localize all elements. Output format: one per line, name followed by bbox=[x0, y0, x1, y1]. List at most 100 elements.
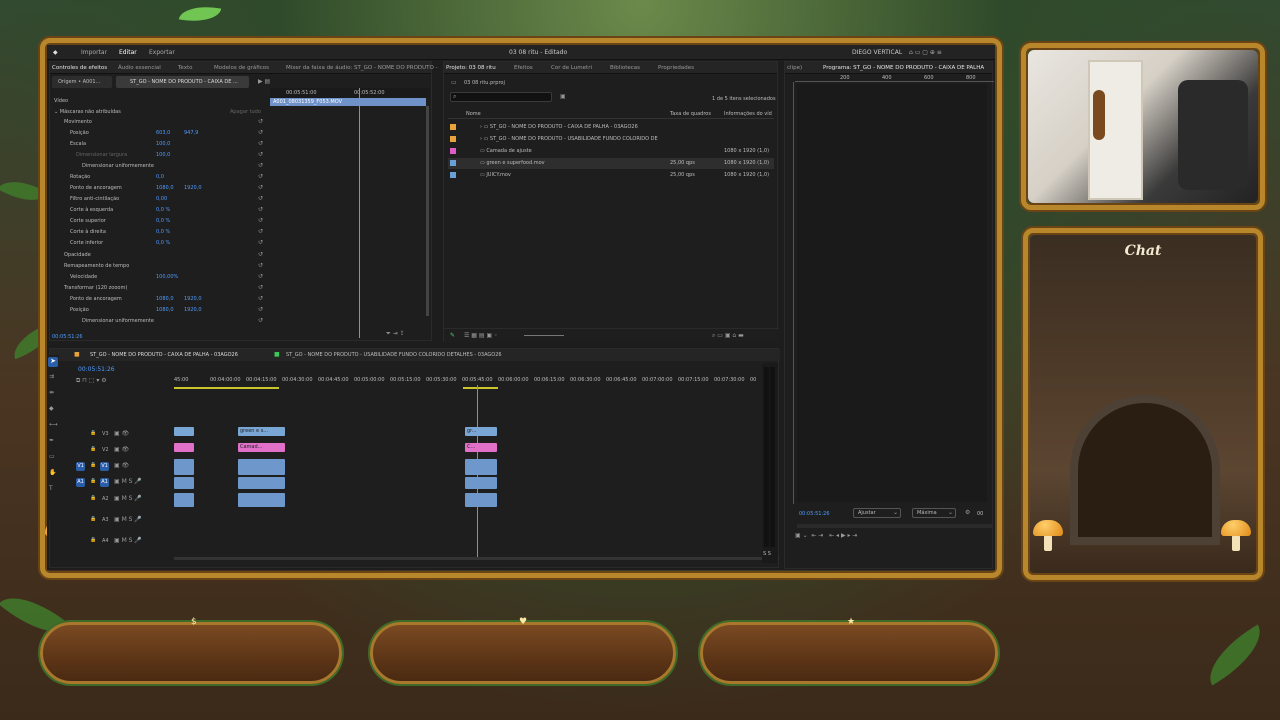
selection-tool-icon[interactable]: ➤ bbox=[48, 357, 58, 367]
effect-value[interactable]: 1920,0 bbox=[184, 185, 202, 191]
reset-icon[interactable]: ↺ bbox=[258, 306, 263, 313]
tab-program[interactable]: Programa: ST_GO - NOME DO PRODUTO - CAIX… bbox=[823, 65, 984, 71]
label-color-swatch[interactable] bbox=[450, 148, 456, 154]
column-info[interactable]: Informações do víd bbox=[724, 111, 772, 117]
label-color-swatch[interactable] bbox=[450, 160, 456, 166]
hand-icon[interactable]: ✋ bbox=[49, 469, 56, 476]
track-select-icon[interactable]: ⇉ bbox=[49, 373, 54, 380]
ripple-edit-icon[interactable]: ⇹ bbox=[49, 389, 54, 396]
reset-icon[interactable]: ↺ bbox=[258, 140, 263, 147]
timeline-clip[interactable] bbox=[174, 427, 194, 436]
pen-icon[interactable]: ✒ bbox=[49, 437, 54, 444]
timeline-clip[interactable] bbox=[174, 459, 194, 475]
app-logo-icon[interactable]: ◆ bbox=[53, 49, 58, 56]
timeline-clip[interactable] bbox=[174, 493, 194, 507]
reset-icon[interactable]: ↺ bbox=[258, 118, 263, 125]
tab-source-clip[interactable]: clipe) bbox=[787, 65, 802, 71]
timeline-clip[interactable] bbox=[465, 493, 497, 507]
program-scrubber[interactable] bbox=[797, 524, 993, 528]
reset-icon[interactable]: ↺ bbox=[258, 151, 263, 158]
project-item[interactable]: ▭ JUICY.mov 25,00 qps 1080 x 1920 (1,0) bbox=[448, 170, 774, 181]
tab-graphics[interactable]: Modelos de gráficos bbox=[214, 65, 269, 71]
panel-menu-icon[interactable]: ▶ ▤ bbox=[258, 78, 270, 85]
timeline-clip[interactable] bbox=[174, 477, 194, 489]
timeline-clip[interactable] bbox=[238, 477, 285, 489]
track-label-v3[interactable]: V3 bbox=[102, 431, 109, 437]
effect-value[interactable]: 947,9 bbox=[184, 130, 198, 136]
tab-libraries[interactable]: Bibliotecas bbox=[610, 65, 640, 71]
project-item[interactable]: › ▭ ST_GO - NOME DO PRODUTO - USABILIDAD… bbox=[448, 134, 774, 145]
effect-value[interactable]: 0,0 % bbox=[156, 229, 170, 235]
effect-value[interactable]: 1080,0 bbox=[156, 296, 174, 302]
track-label-a4[interactable]: A4 bbox=[102, 538, 109, 544]
fit-dropdown[interactable]: Ajustar ⌄ bbox=[853, 508, 901, 518]
label-color-swatch[interactable] bbox=[450, 124, 456, 130]
tab-effect-controls[interactable]: Controles de efeitos bbox=[52, 65, 107, 71]
column-name[interactable]: Nome bbox=[466, 111, 481, 117]
timeline-scrollbar[interactable] bbox=[174, 557, 779, 560]
eye-icon[interactable]: ▣ 👁 bbox=[114, 462, 129, 469]
reset-icon[interactable]: ↺ bbox=[258, 262, 263, 269]
timeline-clip[interactable]: green e s... bbox=[238, 427, 285, 436]
reset-icon[interactable]: ↺ bbox=[258, 273, 263, 280]
lock-icon[interactable]: 🔒 bbox=[90, 478, 96, 484]
timeline-clip[interactable] bbox=[465, 477, 497, 489]
workspace-icons[interactable]: ⌂ ▭ ▢ ⊕ ≡ bbox=[909, 49, 942, 56]
effect-value[interactable]: 1920,0 bbox=[184, 307, 202, 313]
timeline-clip[interactable] bbox=[465, 459, 497, 475]
reset-icon[interactable]: ↺ bbox=[258, 295, 263, 302]
project-footer-icons[interactable]: ⌕ ▭ ▣ ⌂ ▬ bbox=[712, 332, 744, 340]
reset-icon[interactable]: ↺ bbox=[258, 206, 263, 213]
effects-playhead[interactable] bbox=[359, 88, 360, 338]
work-area-bar[interactable] bbox=[463, 387, 498, 389]
timeline-clip[interactable]: gr... bbox=[465, 427, 497, 436]
label-color-swatch[interactable] bbox=[450, 172, 456, 178]
eye-icon[interactable]: ▣ 👁 bbox=[114, 446, 129, 453]
label-color-swatch[interactable] bbox=[450, 136, 456, 142]
program-transport-icons[interactable]: ▣ ⌄ ⇤ ⇥ ⇤ ◂ ▶ ▸ ⇥ bbox=[795, 532, 857, 539]
sequence-tab[interactable]: ST_GO - NOME DO PRODUTO - CAIXA DE ... bbox=[116, 76, 249, 88]
lock-icon[interactable]: 🔒 bbox=[90, 446, 96, 452]
timeline-timecode[interactable]: 00:05:51:26 bbox=[78, 366, 115, 373]
lock-icon[interactable]: 🔒 bbox=[90, 537, 96, 543]
pencil-icon[interactable]: ✎ bbox=[450, 332, 455, 339]
track-label-a3[interactable]: A3 bbox=[102, 517, 109, 523]
tab-project[interactable]: Projeto: 03 08 ritu bbox=[446, 65, 496, 71]
reset-icon[interactable]: ↺ bbox=[258, 251, 263, 258]
effect-value[interactable]: 1080,0 bbox=[156, 185, 174, 191]
column-fps[interactable]: Taxa de quadros bbox=[670, 111, 711, 117]
quality-dropdown[interactable]: Máxima ⌄ bbox=[912, 508, 956, 518]
project-item[interactable]: ▭ green e superfood.mov 25,00 qps 1080 x 1… bbox=[448, 158, 774, 169]
slip-icon[interactable]: ⟷ bbox=[49, 421, 58, 428]
effect-value[interactable]: 100,0 bbox=[156, 141, 170, 147]
menu-importar[interactable]: Importar bbox=[81, 49, 107, 56]
tab-audio-mixer[interactable]: Mixer da faixa de áudio: ST_GO - NOME DO… bbox=[286, 65, 438, 71]
timeline-clip[interactable] bbox=[238, 459, 285, 475]
effect-value[interactable]: 100,0 bbox=[156, 152, 170, 158]
clip-bar[interactable]: A001_08031359_F053.MOV bbox=[270, 98, 426, 106]
lock-icon[interactable]: 🔒 bbox=[90, 495, 96, 501]
razor-icon[interactable]: ◆ bbox=[49, 405, 54, 412]
timeline-clip[interactable] bbox=[238, 493, 285, 507]
program-video-frame[interactable] bbox=[797, 84, 987, 502]
work-area-bar[interactable] bbox=[174, 387, 279, 389]
tab-sequence-2[interactable]: ST_GO - NOME DO PRODUTO - USABILIDADE FU… bbox=[286, 352, 502, 358]
source-tab[interactable]: Origem • A001... bbox=[52, 76, 112, 88]
source-patch-v1[interactable]: V1 bbox=[76, 462, 85, 471]
tab-lumetri[interactable]: Cor de Lumetri bbox=[551, 65, 592, 71]
mute-solo-icons[interactable]: ▣ M S 🎤 bbox=[114, 495, 142, 502]
track-label-v2[interactable]: V2 bbox=[102, 447, 109, 453]
reset-icon[interactable]: ↺ bbox=[258, 195, 263, 202]
timeline-clip[interactable]: C... bbox=[465, 443, 497, 452]
mute-solo-icons[interactable]: ▣ M S 🎤 bbox=[114, 537, 142, 544]
eye-icon[interactable]: ▣ 👁 bbox=[114, 430, 129, 437]
effect-value[interactable]: 100,00% bbox=[156, 274, 178, 280]
project-item[interactable]: › ▭ ST_GO - NOME DO PRODUTO - CAIXA DE P… bbox=[448, 122, 774, 133]
project-item[interactable]: ▭ Camada de ajuste 1080 x 1920 (1,0) bbox=[448, 146, 774, 157]
effect-value[interactable]: 1920,0 bbox=[184, 296, 202, 302]
reset-icon[interactable]: ↺ bbox=[258, 129, 263, 136]
effects-footer-icons[interactable]: ⏷ ⇥ ⇪ bbox=[386, 330, 405, 338]
reset-icon[interactable]: ↺ bbox=[258, 184, 263, 191]
wrench-icon[interactable]: ⚙ bbox=[965, 509, 970, 516]
track-label-v1[interactable]: V1 bbox=[100, 462, 109, 471]
